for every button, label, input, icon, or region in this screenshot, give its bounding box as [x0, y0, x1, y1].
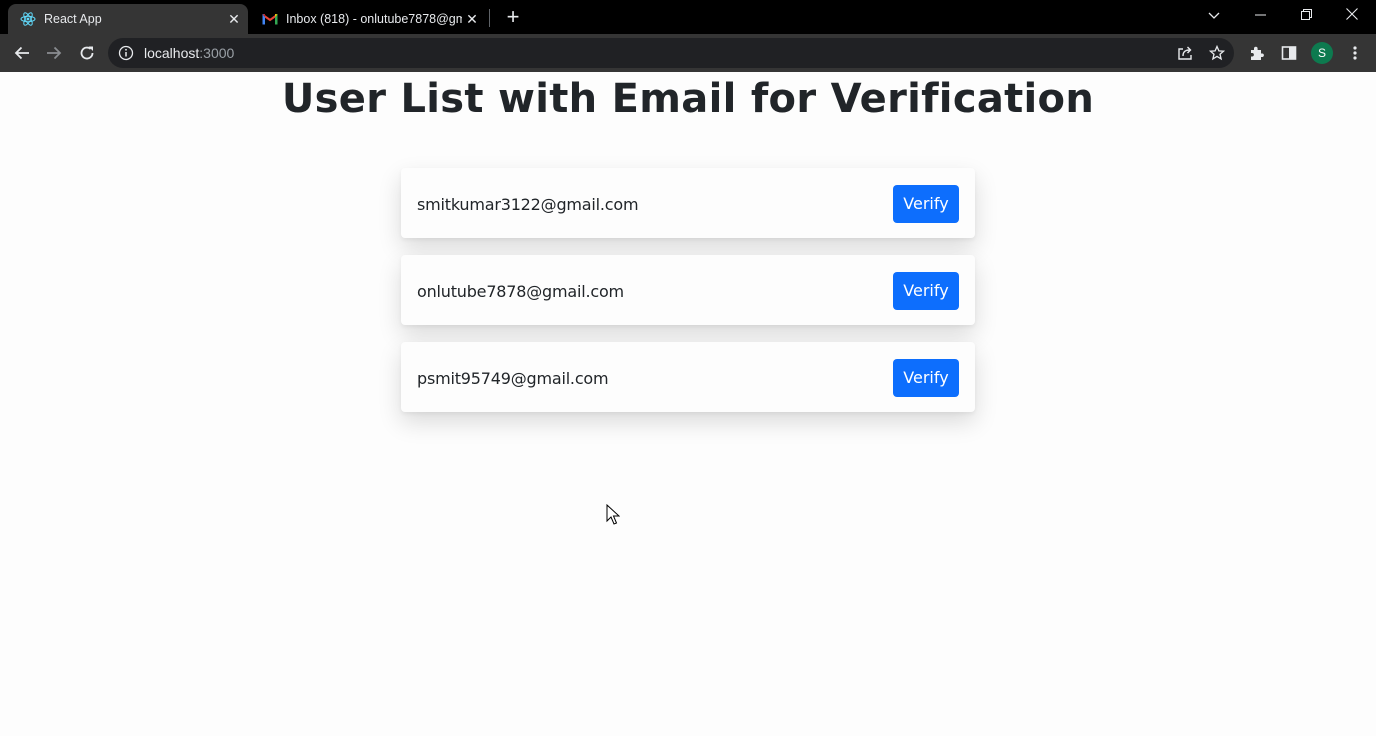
share-icon[interactable] — [1176, 44, 1194, 62]
extensions-puzzle-icon[interactable] — [1248, 44, 1266, 62]
react-icon — [20, 11, 36, 27]
verify-button[interactable]: Verify — [893, 272, 959, 310]
bookmark-star-icon[interactable] — [1208, 44, 1226, 62]
page-title: User List with Email for Verification — [281, 76, 1095, 122]
reload-icon[interactable] — [76, 42, 98, 64]
minimize-icon[interactable] — [1249, 6, 1271, 26]
page-content: User List with Email for Verification sm… — [0, 72, 1376, 736]
user-list: smitkumar3122@gmail.com Verify onlutube7… — [401, 168, 975, 429]
url-text: localhost:3000 — [144, 45, 234, 61]
user-card: onlutube7878@gmail.com Verify — [401, 255, 975, 325]
address-bar[interactable]: localhost:3000 — [108, 38, 1234, 68]
more-menu-icon[interactable] — [1346, 44, 1364, 62]
forward-arrow-icon[interactable] — [43, 42, 65, 64]
tab-react-app[interactable]: React App ✕ — [8, 4, 248, 34]
browser-toolbar: localhost:3000 S — [0, 34, 1376, 72]
tab-title: React App — [44, 12, 102, 26]
profile-avatar[interactable]: S — [1311, 42, 1333, 64]
side-panel-icon[interactable] — [1280, 44, 1298, 62]
verify-button[interactable]: Verify — [893, 185, 959, 223]
tab-title: Inbox (818) - onlutube7878@gmail.com — [286, 12, 462, 26]
user-card: psmit95749@gmail.com Verify — [401, 342, 975, 412]
user-card: smitkumar3122@gmail.com Verify — [401, 168, 975, 238]
user-email: onlutube7878@gmail.com — [417, 282, 624, 301]
url-port: :3000 — [199, 45, 235, 61]
back-arrow-icon[interactable] — [11, 42, 33, 64]
tab-search-chevron-icon[interactable] — [1203, 6, 1225, 26]
close-tab-icon[interactable]: ✕ — [464, 11, 480, 27]
user-email: smitkumar3122@gmail.com — [417, 195, 639, 214]
verify-button[interactable]: Verify — [893, 359, 959, 397]
url-host: localhost — [144, 45, 200, 61]
site-info-icon[interactable] — [118, 45, 134, 61]
user-email: psmit95749@gmail.com — [417, 369, 609, 388]
restore-icon[interactable] — [1295, 6, 1317, 26]
new-tab-icon[interactable]: + — [503, 6, 523, 28]
browser-tab-strip: React App ✕ Inbox (818) - onlutube7878@g… — [0, 0, 1376, 34]
gmail-icon — [262, 11, 278, 27]
tab-gmail-inbox[interactable]: Inbox (818) - onlutube7878@gmail.com ✕ — [250, 4, 486, 34]
close-window-icon[interactable] — [1341, 6, 1363, 26]
mouse-pointer-icon — [606, 503, 621, 526]
tab-divider — [489, 9, 490, 27]
close-tab-icon[interactable]: ✕ — [226, 11, 242, 27]
